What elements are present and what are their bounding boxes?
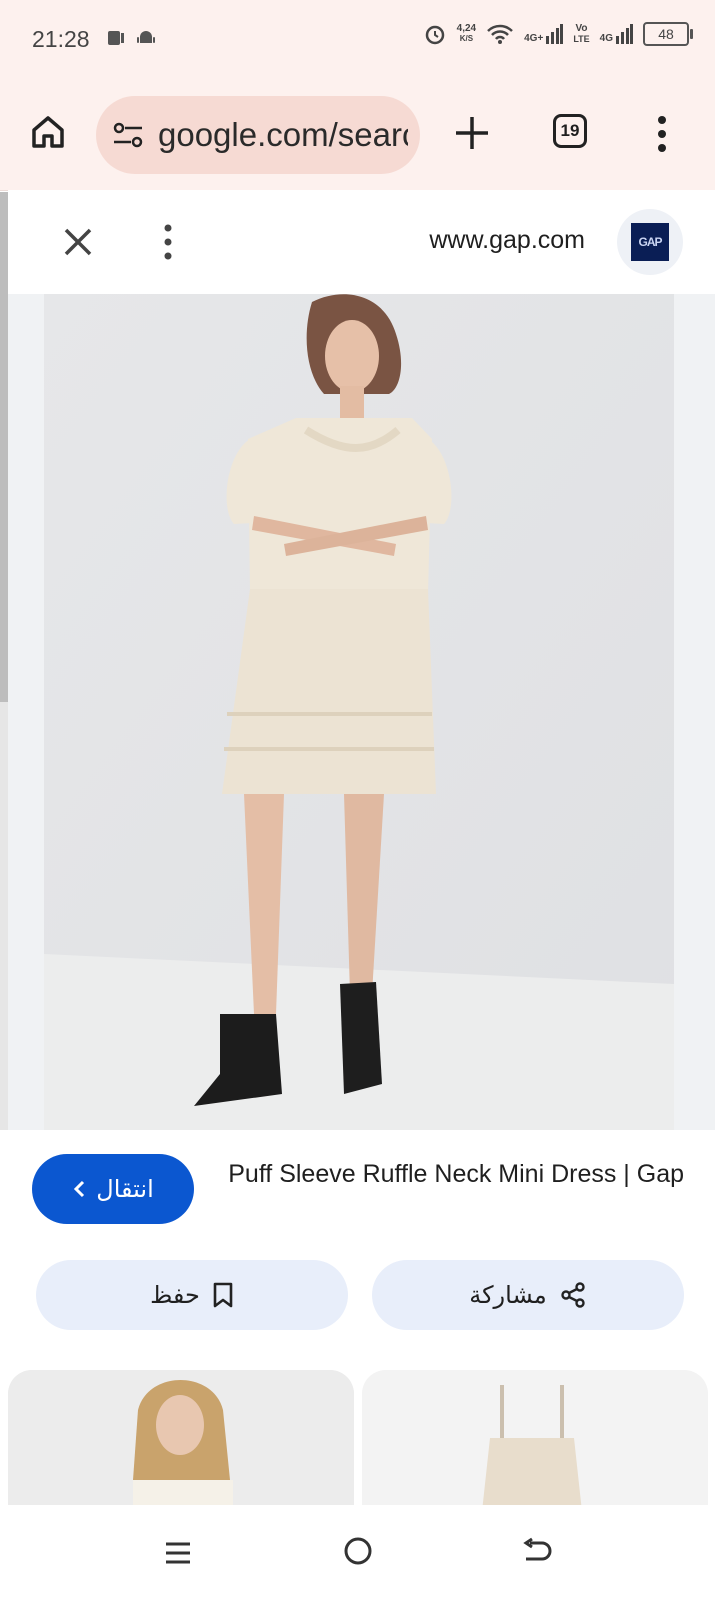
product-image[interactable] — [44, 294, 674, 1130]
share-button-label: مشاركة — [469, 1281, 547, 1309]
home-icon[interactable] — [28, 112, 68, 152]
site-settings-icon[interactable] — [112, 120, 144, 150]
save-button[interactable]: حفظ — [36, 1260, 348, 1330]
net-speed: 4,24 K/S — [456, 23, 477, 44]
visit-button-label: انتقال — [96, 1175, 154, 1203]
battery-icon: 48 — [643, 22, 693, 46]
address-bar[interactable]: google.com/search — [96, 96, 420, 174]
sim1-signal: 4G+ — [524, 24, 564, 44]
site-favicon[interactable]: GAP — [617, 209, 683, 275]
save-button-label: حفظ — [150, 1281, 200, 1309]
result-details: انتقال Puff Sleeve Ruffle Neck Mini Dres… — [0, 1130, 715, 1530]
gap-logo-icon: GAP — [631, 223, 669, 261]
image-viewer — [8, 294, 715, 1130]
scrollbar[interactable] — [0, 192, 8, 702]
android-icon — [137, 31, 155, 43]
more-vert-icon[interactable] — [654, 114, 670, 154]
tabs-icon[interactable]: 19 — [553, 114, 587, 148]
close-icon[interactable] — [58, 222, 98, 262]
result-sheet-header: www.gap.com GAP — [8, 190, 715, 294]
share-button[interactable]: مشاركة — [372, 1260, 684, 1330]
wifi-icon — [487, 24, 514, 44]
product-title[interactable]: Puff Sleeve Ruffle Neck Mini Dress | Gap — [214, 1156, 684, 1192]
volte-indicator: Vo LTE — [573, 23, 590, 45]
browser-toolbar: google.com/search 19 — [0, 80, 715, 191]
chevron-left-icon — [74, 1180, 85, 1198]
signal-icon — [616, 24, 633, 44]
bookmark-icon — [213, 1282, 233, 1308]
share-icon — [561, 1282, 585, 1308]
status-bar: 21:28 4,24 K/S 4G+ Vo LTE 4G 48 — [0, 0, 715, 80]
signal-icon — [546, 24, 564, 44]
alarm-icon — [425, 25, 444, 45]
site-domain[interactable]: www.gap.com — [429, 226, 585, 255]
url-text[interactable]: google.com/search — [158, 116, 408, 154]
status-left-icons — [106, 28, 156, 48]
more-vert-icon[interactable] — [160, 222, 176, 262]
back-icon[interactable] — [520, 1537, 554, 1567]
sim2-signal: 4G — [600, 24, 633, 44]
status-right-icons: 4,24 K/S 4G+ Vo LTE 4G 48 — [423, 22, 693, 46]
home-circle-icon[interactable] — [342, 1535, 374, 1567]
status-time: 21:28 — [32, 26, 90, 52]
plus-icon[interactable] — [452, 113, 492, 153]
system-nav-bar — [0, 1505, 715, 1600]
visit-button[interactable]: انتقال — [32, 1154, 194, 1224]
screen-record-icon — [108, 31, 124, 45]
recents-icon[interactable] — [164, 1541, 192, 1565]
